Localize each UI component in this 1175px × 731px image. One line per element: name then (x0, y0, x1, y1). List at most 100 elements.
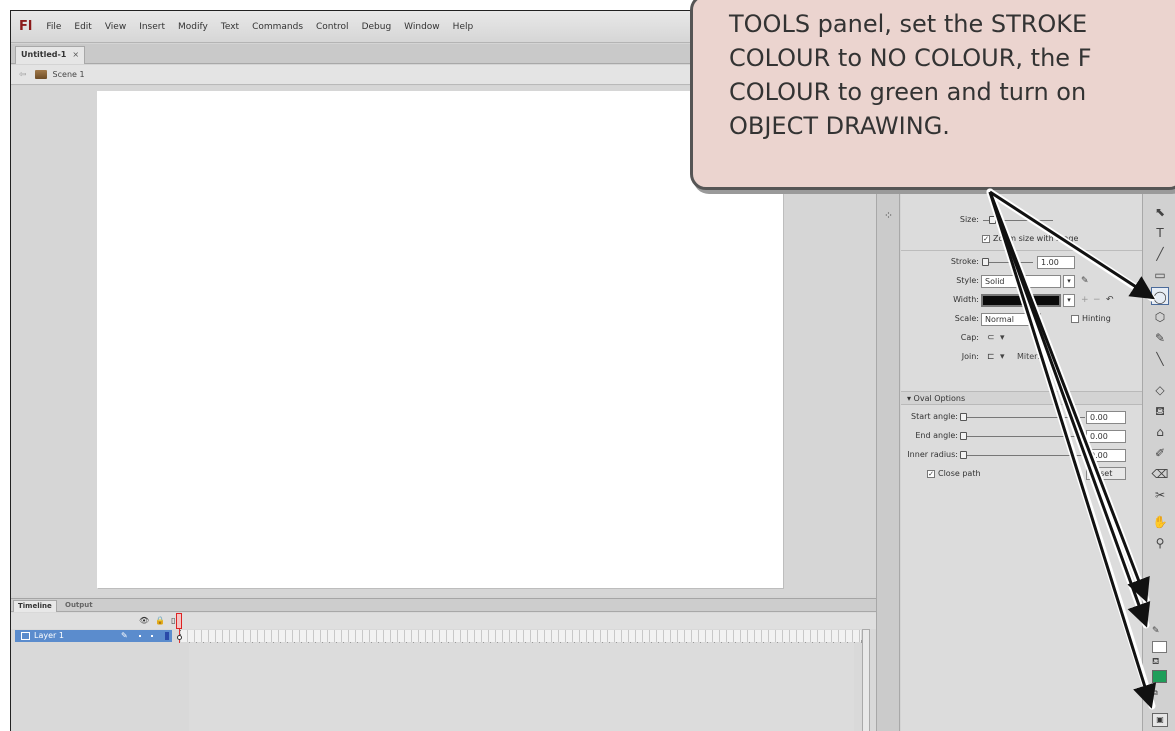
close-path-checkbox[interactable]: ✓ Close path (927, 469, 981, 478)
document-tab[interactable]: Untitled-1 × (15, 46, 86, 64)
eraser-tool-icon[interactable]: ⌫ (1151, 465, 1169, 483)
scene-icon (34, 70, 47, 79)
stroke-slider[interactable] (982, 258, 1033, 266)
width-profile-select[interactable] (981, 294, 1061, 307)
end-angle-slider[interactable] (960, 432, 1085, 440)
tab-timeline[interactable]: Timeline (13, 600, 57, 612)
layer-name[interactable]: Layer 1 (34, 630, 64, 642)
chevron-down-icon[interactable]: ▾ (1000, 333, 1005, 343)
reset-icon[interactable]: ↶ (1106, 295, 1114, 305)
pencil-edit-icon[interactable]: ✎ (1081, 276, 1089, 286)
style-select[interactable]: Solid (981, 275, 1061, 288)
ink-bottle-tool-icon[interactable]: ⌂ (1151, 423, 1169, 441)
close-icon[interactable]: × (72, 47, 79, 64)
slider-knob[interactable] (960, 451, 967, 459)
add-icon[interactable]: + (1081, 295, 1089, 305)
instruction-callout: TOOLS panel, set the STROKE COLOUR to NO… (690, 0, 1175, 190)
menu-commands[interactable]: Commands (252, 22, 303, 32)
chevron-down-icon[interactable]: ▾ (1000, 352, 1005, 362)
oval-options-section[interactable]: ▾ Oval Options (901, 391, 1142, 405)
visibility-dot[interactable] (139, 635, 141, 637)
menu-window[interactable]: Window (404, 22, 440, 32)
outline-color-box[interactable] (165, 632, 169, 640)
layer-row[interactable]: Layer 1 ✎ (11, 630, 876, 642)
zoom-tool-icon[interactable]: ⚲ (1151, 534, 1169, 552)
menu-help[interactable]: Help (453, 22, 474, 32)
hinting-checkbox[interactable]: Hinting (1071, 314, 1111, 323)
menu-control[interactable]: Control (316, 22, 349, 32)
timeline-scrollbar[interactable] (862, 629, 870, 731)
checkbox-checked-icon[interactable]: ✓ (982, 234, 990, 243)
polystar-tool-icon[interactable]: ⬡ (1151, 308, 1169, 326)
start-angle-input[interactable]: 0.00 (1086, 411, 1126, 424)
layer-icon (21, 632, 30, 640)
keyframe-dot[interactable] (177, 635, 182, 640)
scale-select[interactable]: Normal (981, 313, 1041, 326)
lock-dot[interactable] (151, 635, 153, 637)
width-row: Width: ▾ + − ↶ (901, 292, 1142, 310)
eyedropper-tool-icon[interactable]: ✐ (1151, 444, 1169, 462)
inner-radius-input[interactable]: 0.00 (1086, 449, 1126, 462)
start-angle-label: Start angle: (911, 412, 958, 421)
minus-icon[interactable]: − (1093, 295, 1101, 305)
layers-area (11, 643, 189, 731)
slider-knob[interactable] (960, 413, 967, 421)
slider-knob[interactable] (960, 432, 967, 440)
line-tool-icon[interactable]: ╱ (1151, 245, 1169, 263)
scene-label[interactable]: Scene 1 (53, 70, 85, 79)
menu-edit[interactable]: Edit (74, 22, 91, 32)
text-tool-icon[interactable]: T (1151, 224, 1169, 242)
inner-radius-slider[interactable] (960, 451, 1085, 459)
paint-bucket-tool-icon[interactable]: ⛾ (1151, 402, 1169, 420)
menu-modify[interactable]: Modify (178, 22, 208, 32)
style-row: Style: Solid ▾ ✎ (901, 273, 1142, 291)
lock-icon[interactable]: 🔒 (155, 616, 165, 625)
size-slider[interactable] (983, 216, 1053, 224)
playhead[interactable] (176, 613, 182, 629)
menu-debug[interactable]: Debug (362, 22, 392, 32)
motion-presets-icon[interactable]: ⁘ (881, 208, 896, 223)
stroke-input[interactable]: 1.00 (1037, 256, 1075, 269)
layer-name-cell[interactable]: Layer 1 ✎ (15, 630, 172, 642)
oval-tool-icon[interactable]: ◯ (1151, 287, 1169, 305)
back-arrow-icon[interactable]: ⇦ (19, 70, 27, 80)
divider (901, 250, 1142, 251)
chevron-down-icon[interactable]: ▾ (1063, 294, 1075, 307)
width-tool-icon[interactable]: ✂ (1151, 486, 1169, 504)
scale-row: Scale: Normal Hinting (901, 311, 1142, 329)
slider-knob[interactable] (989, 216, 996, 224)
object-drawing-button[interactable]: ▣ (1152, 713, 1168, 727)
bone-tool-icon[interactable]: ◇ (1151, 381, 1169, 399)
stroke-label: Stroke: (950, 257, 979, 266)
stroke-color-swatch[interactable] (1152, 641, 1167, 653)
brush-tool-icon[interactable]: ╲ (1151, 350, 1169, 368)
checkbox-checked-icon[interactable]: ✓ (927, 469, 935, 478)
rectangle-tool-icon[interactable]: ▭ (1151, 266, 1169, 284)
subselection-tool-icon[interactable]: ⬉ (1151, 203, 1169, 221)
menu-view[interactable]: View (105, 22, 126, 32)
frames-row[interactable] (181, 630, 861, 642)
reset-button[interactable]: Reset (1086, 467, 1126, 480)
menu-file[interactable]: File (46, 22, 61, 32)
style-label: Style: (956, 276, 979, 285)
end-angle-input[interactable]: 0.00 (1086, 430, 1126, 443)
swap-colors-icon[interactable]: ⧉ (1152, 688, 1158, 698)
chevron-down-icon[interactable]: ▾ (1063, 275, 1075, 288)
cap-style-icon[interactable]: ⊂ (987, 333, 995, 343)
hand-tool-icon[interactable]: ✋ (1151, 513, 1169, 531)
checkbox-icon[interactable] (1071, 314, 1079, 323)
slider-knob[interactable] (982, 258, 989, 266)
join-style-icon[interactable]: ⊏ (987, 352, 995, 362)
eye-icon[interactable]: 👁 (139, 616, 149, 625)
tab-output[interactable]: Output (61, 600, 97, 612)
outline-icon[interactable]: ▯ (171, 616, 175, 625)
timeline-header-icons: 👁 🔒 ▯ (139, 616, 176, 625)
start-angle-slider[interactable] (960, 413, 1085, 421)
menu-insert[interactable]: Insert (139, 22, 165, 32)
pencil-tool-icon[interactable]: ✎ (1151, 329, 1169, 347)
stage[interactable] (97, 91, 783, 588)
menu-text[interactable]: Text (221, 22, 239, 32)
zoom-size-checkbox[interactable]: ✓ Zoom size with stage (982, 234, 1078, 243)
cap-row: Cap: ⊂ ▾ (901, 330, 1142, 348)
fill-color-swatch[interactable] (1152, 670, 1167, 683)
